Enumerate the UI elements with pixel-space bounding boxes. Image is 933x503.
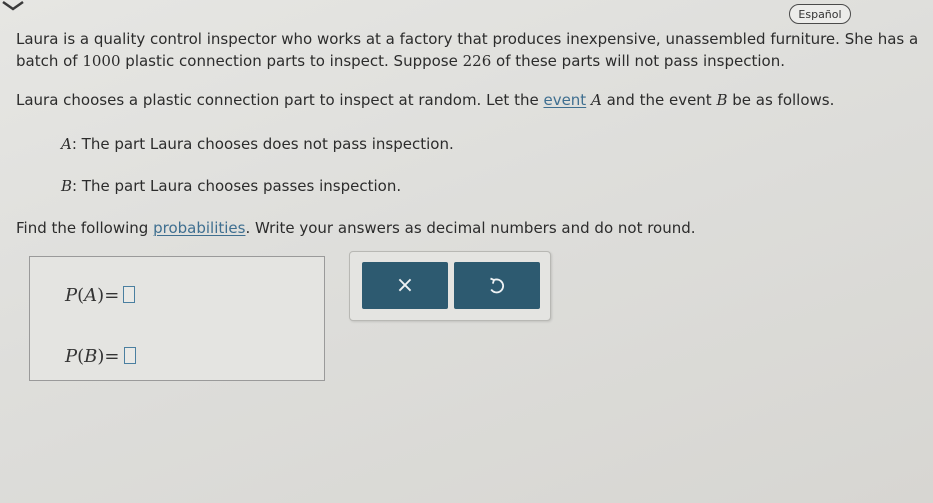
- p-symbol: P: [65, 346, 78, 367]
- variable-b: B: [716, 91, 728, 109]
- event-link[interactable]: event: [543, 91, 586, 109]
- answer-panel: P(A)= P(B)=: [29, 256, 325, 381]
- problem-text: batch of: [16, 52, 83, 70]
- batch-count: 1000: [82, 52, 121, 70]
- event-b-text: : The part Laura chooses passes inspecti…: [72, 177, 402, 195]
- problem-text: plastic connection parts to inspect. Sup…: [120, 52, 463, 70]
- answer-tools: ×: [349, 251, 551, 321]
- instruction-text: Find the following: [16, 219, 154, 237]
- probabilities-link[interactable]: probabilities: [153, 219, 245, 237]
- event-a-text: : The part Laura chooses does not pass i…: [71, 135, 454, 153]
- problem-line-3: Laura chooses a plastic connection part …: [16, 91, 834, 109]
- problem-text: and the event: [601, 91, 717, 109]
- problem-text: Laura chooses a plastic connection part …: [16, 91, 544, 109]
- equals-sign: =: [104, 285, 120, 306]
- event-b-variable: B: [61, 177, 73, 195]
- p-symbol: P: [65, 285, 78, 306]
- equals-sign: =: [104, 346, 120, 367]
- problem-text: be as follows.: [727, 91, 835, 109]
- event-a-definition: A: The part Laura chooses does not pass …: [61, 135, 454, 153]
- probability-a-input[interactable]: [123, 286, 136, 303]
- clear-button[interactable]: ×: [362, 262, 448, 309]
- event-b-symbol: B: [84, 346, 98, 367]
- instruction-text: . Write your answers as decimal numbers …: [245, 219, 696, 237]
- undo-button[interactable]: [454, 262, 540, 309]
- instruction-line: Find the following probabilities. Write …: [16, 219, 696, 237]
- problem-text: of these parts will not pass inspection.: [491, 52, 785, 70]
- event-b-definition: B: The part Laura chooses passes inspect…: [61, 177, 401, 195]
- problem-line-2: batch of 1000 plastic connection parts t…: [16, 52, 785, 70]
- chevron-down-icon[interactable]: [0, 0, 26, 12]
- probability-b-row: P(B)=: [65, 346, 136, 367]
- problem-line-1: Laura is a quality control inspector who…: [16, 30, 918, 48]
- probability-b-input[interactable]: [123, 347, 136, 364]
- close-icon: ×: [395, 273, 415, 298]
- event-a-symbol: A: [84, 285, 98, 306]
- undo-icon: [490, 277, 505, 294]
- language-button[interactable]: Español: [789, 4, 851, 24]
- failing-count: 226: [462, 52, 492, 70]
- problem-text: Laura is a quality control inspector who…: [16, 30, 919, 48]
- probability-a-row: P(A)=: [65, 285, 136, 306]
- variable-a: A: [590, 91, 602, 109]
- event-a-variable: A: [61, 135, 72, 153]
